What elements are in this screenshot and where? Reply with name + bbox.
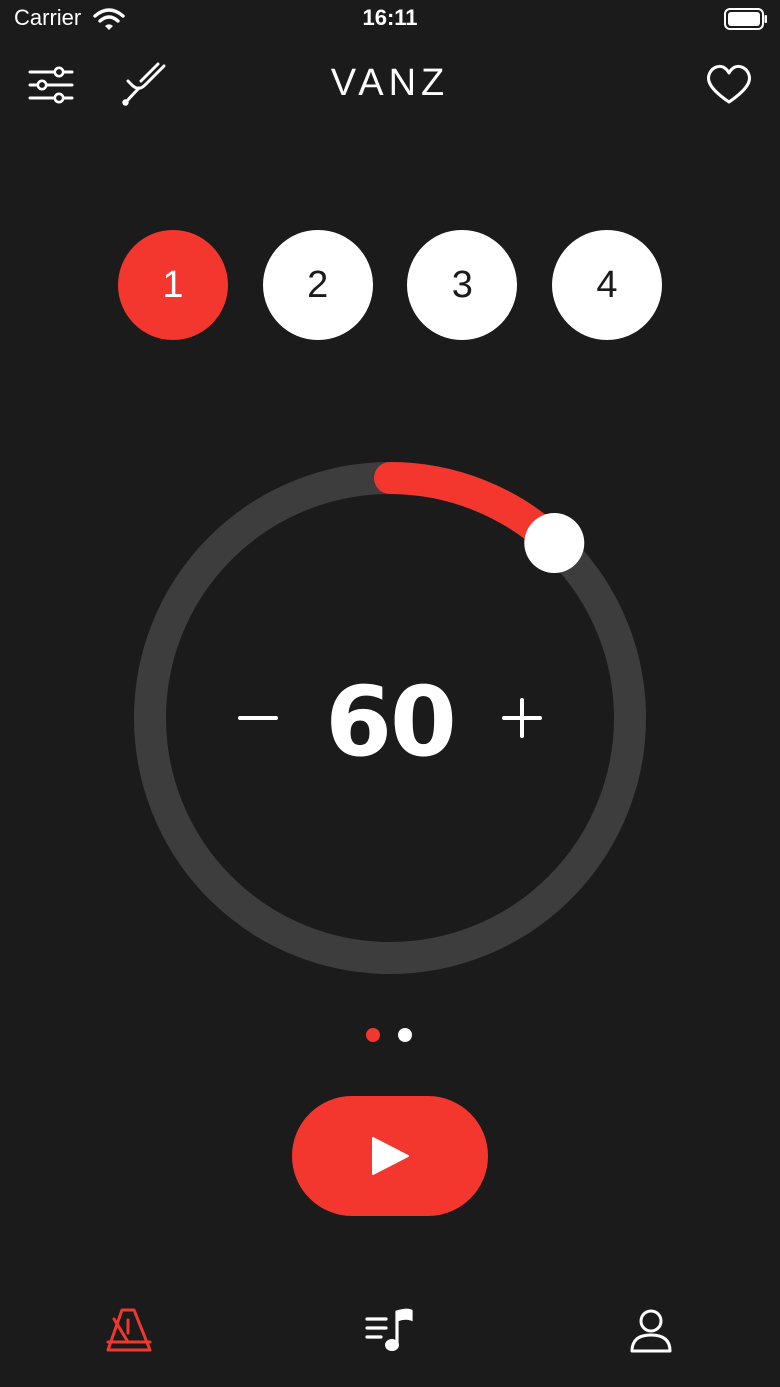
dial-knob[interactable] (524, 513, 585, 574)
beat-button-1[interactable]: 1 (118, 230, 228, 340)
beat-button-2[interactable]: 2 (262, 230, 373, 340)
heart-icon[interactable] (706, 64, 752, 106)
status-time: 16:11 (362, 5, 418, 30)
play-button[interactable] (292, 1096, 488, 1216)
page-dot[interactable] (366, 1028, 380, 1042)
increase-tempo-button[interactable] (496, 690, 548, 746)
battery-icon (724, 8, 767, 30)
profile-icon[interactable] (626, 1306, 676, 1356)
setlist-icon[interactable] (364, 1306, 414, 1356)
decrease-tempo-button[interactable] (232, 690, 284, 746)
play-icon (372, 1137, 409, 1175)
page-indicator (366, 1028, 416, 1042)
page-dot[interactable] (398, 1028, 412, 1042)
app-title: VANZ (330, 62, 450, 104)
tempo-value: 60 (325, 666, 457, 778)
metronome-icon[interactable] (104, 1306, 154, 1356)
beat-button-3[interactable]: 3 (407, 230, 518, 340)
beat-selector: 1 2 3 4 (118, 230, 662, 340)
beat-button-4[interactable]: 4 (551, 230, 662, 340)
